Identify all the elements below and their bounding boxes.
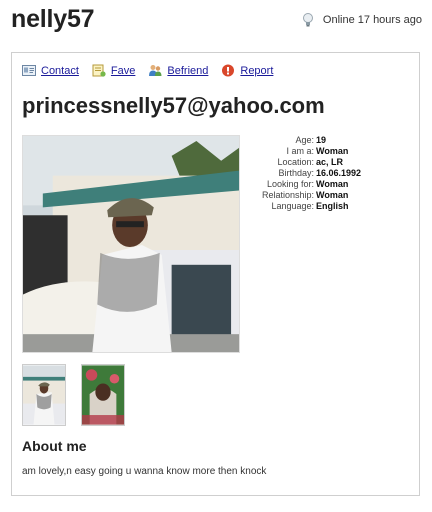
photo-thumbnail[interactable]: [22, 364, 66, 426]
detail-label: I am a:: [286, 146, 314, 156]
detail-row-language: Language: English: [244, 201, 361, 212]
contact-card-icon: [22, 64, 36, 77]
report-action[interactable]: Report: [221, 64, 273, 77]
online-status: Online 17 hours ago: [302, 13, 422, 27]
detail-value: English: [316, 201, 349, 211]
detail-row-relationship: Relationship: Woman: [244, 190, 361, 201]
detail-value: ac, LR: [316, 157, 344, 167]
profile-email-heading: princessnelly57@yahoo.com: [22, 93, 325, 118]
detail-label: Location:: [277, 157, 314, 167]
detail-value: Woman: [316, 146, 349, 156]
detail-row-looking-for: Looking for: Woman: [244, 179, 361, 190]
profile-card: Contact Fave Befriend Report princessnel…: [11, 52, 420, 496]
fave-action[interactable]: Fave: [92, 64, 135, 77]
profile-actions-bar: Contact Fave Befriend Report: [22, 64, 286, 77]
detail-label: Birthday:: [278, 168, 314, 178]
detail-label: Looking for:: [266, 179, 314, 189]
detail-value: 19: [316, 135, 327, 145]
about-me-heading: About me: [22, 438, 87, 454]
detail-label: Relationship:: [261, 190, 314, 200]
detail-label: Language:: [271, 201, 314, 211]
detail-row-age: Age: 19: [244, 135, 361, 146]
detail-row-location: Location: ac, LR: [244, 157, 361, 168]
detail-row-birthday: Birthday: 16.06.1992: [244, 168, 361, 179]
befriend-people-icon: [148, 64, 162, 77]
contact-action[interactable]: Contact: [22, 64, 79, 77]
lightbulb-icon: [302, 13, 314, 27]
report-warning-icon: [221, 64, 235, 77]
online-status-text: Online 17 hours ago: [322, 14, 422, 26]
profile-username: nelly57: [11, 5, 95, 33]
about-me-text: am lovely,n easy going u wanna know more…: [22, 466, 267, 477]
report-link[interactable]: Report: [240, 65, 273, 77]
detail-value: Woman: [316, 190, 349, 200]
contact-link[interactable]: Contact: [41, 65, 79, 77]
fave-link[interactable]: Fave: [111, 65, 135, 77]
main-profile-photo[interactable]: [22, 135, 240, 353]
profile-details: Age: 19 I am a: Woman Location: ac, LR B…: [244, 135, 361, 212]
detail-value: Woman: [316, 179, 349, 189]
befriend-link[interactable]: Befriend: [167, 65, 208, 77]
fave-note-icon: [92, 64, 106, 77]
detail-label: Age:: [295, 135, 314, 145]
detail-row-gender: I am a: Woman: [244, 146, 361, 157]
detail-value: 16.06.1992: [316, 168, 362, 178]
photo-thumbnail[interactable]: [81, 364, 125, 426]
befriend-action[interactable]: Befriend: [148, 64, 208, 77]
